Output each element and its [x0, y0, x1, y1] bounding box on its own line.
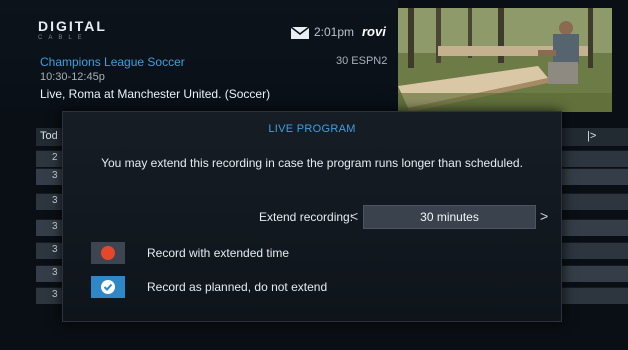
video-frame-image [398, 8, 612, 112]
guide-row-channel: 3 [52, 170, 58, 181]
extend-recording-selector[interactable]: 30 minutes [363, 205, 536, 229]
record-as-planned-option[interactable]: Record as planned, do not extend [91, 276, 541, 298]
program-time: 10:30-12:45p [40, 71, 105, 83]
dialog-title: LIVE PROGRAM [268, 123, 356, 135]
program-title: Champions League Soccer [40, 55, 185, 69]
live-program-dialog: LIVE PROGRAM You may extend this recordi… [62, 111, 562, 322]
extend-recording-value: 30 minutes [420, 210, 479, 224]
mail-icon [291, 27, 309, 39]
extend-recording-label: Extend recording: [259, 210, 354, 224]
guide-row-channel: 3 [52, 267, 58, 278]
guide-row-channel: 3 [52, 195, 58, 206]
live-video-preview[interactable] [398, 8, 612, 112]
record-extended-label: Record with extended time [147, 246, 290, 260]
logo-text: DIGITAL [38, 18, 107, 34]
check-circle-icon [91, 276, 125, 298]
info-header: DIGITAL CABLE 2:01pm rovi Champions Leag… [0, 0, 398, 108]
extend-decrease-arrow[interactable]: < [350, 208, 358, 224]
record-extended-option[interactable]: Record with extended time [91, 242, 541, 264]
guide-row-channel: 2 [52, 152, 58, 163]
extend-increase-arrow[interactable]: > [540, 208, 548, 224]
tv-guide-screen: DIGITAL CABLE 2:01pm rovi Champions Leag… [0, 0, 628, 350]
program-channel: 30 ESPN2 [336, 55, 388, 67]
dialog-message: You may extend this recording in case th… [101, 156, 523, 170]
guide-row-channel: 3 [52, 244, 58, 255]
record-dot-icon [91, 242, 125, 264]
logo-subtext: CABLE [38, 35, 88, 41]
guide-next-arrow[interactable]: |> [587, 130, 596, 142]
clock: 2:01pm [314, 25, 355, 39]
guide-row-channel: 3 [52, 221, 58, 232]
rovi-logo: rovi [362, 24, 386, 39]
program-description: Live, Roma at Manchester United. (Soccer… [40, 87, 271, 101]
guide-day-label: Tod [40, 130, 58, 142]
guide-row-channel: 3 [52, 289, 58, 300]
record-as-planned-label: Record as planned, do not extend [147, 280, 328, 294]
